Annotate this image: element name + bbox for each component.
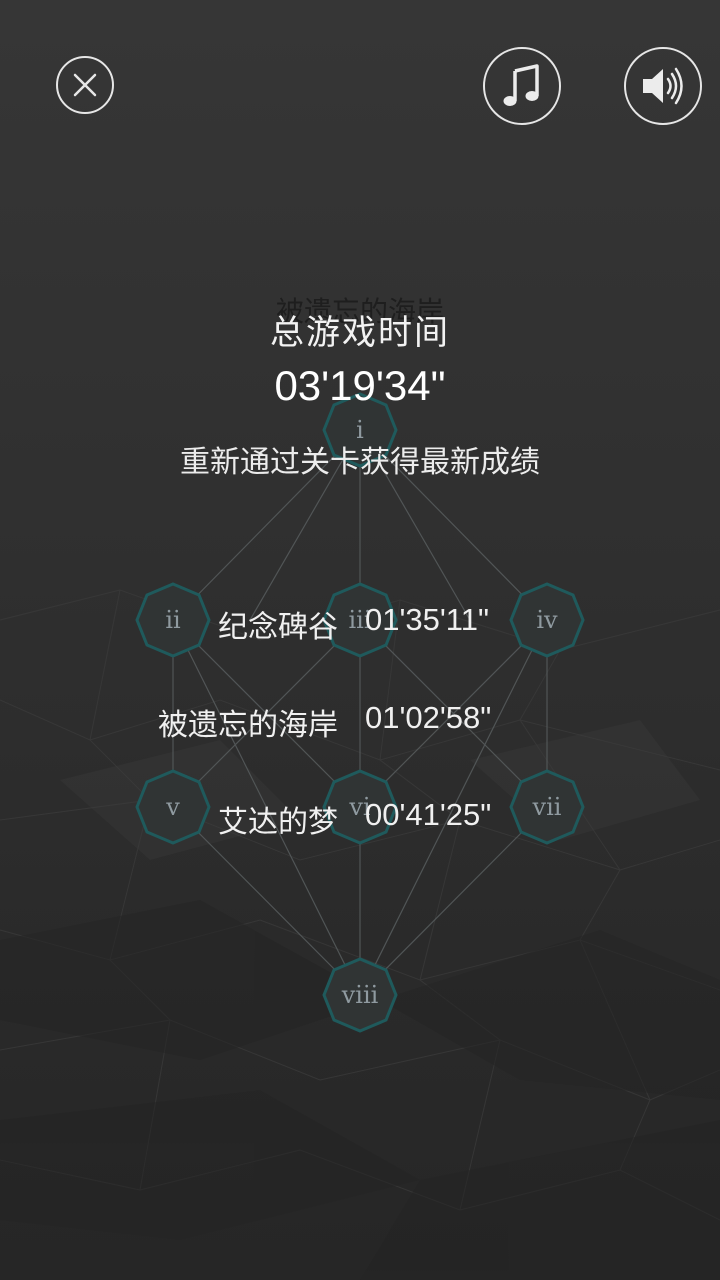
- level-time-row: 被遗忘的海岸 01'02'58": [0, 700, 720, 744]
- level-name: 被遗忘的海岸: [158, 708, 338, 743]
- level-time: 01'02'58": [365, 700, 492, 735]
- total-time-value: 03'19'34": [274, 362, 446, 409]
- game-screen: i ii iii iv v vi vii viii 被遗忘的海岸 总游戏时间 0…: [0, 0, 720, 1280]
- level-name: 艾达的梦: [218, 805, 338, 840]
- level-time-row: 纪念碑谷 01'35'11": [0, 602, 720, 646]
- level-name: 纪念碑谷: [218, 610, 338, 645]
- level-time: 01'35'11": [365, 602, 489, 637]
- level-node-viii[interactable]: viii: [321, 956, 399, 1034]
- replay-hint: 重新通过关卡获得最新成绩: [180, 445, 540, 480]
- level-time-row: 艾达的梦 00'41'25": [0, 797, 720, 841]
- node-label: viii: [341, 981, 379, 1009]
- level-time: 00'41'25": [365, 797, 492, 832]
- total-time-title: 总游戏时间: [270, 313, 450, 353]
